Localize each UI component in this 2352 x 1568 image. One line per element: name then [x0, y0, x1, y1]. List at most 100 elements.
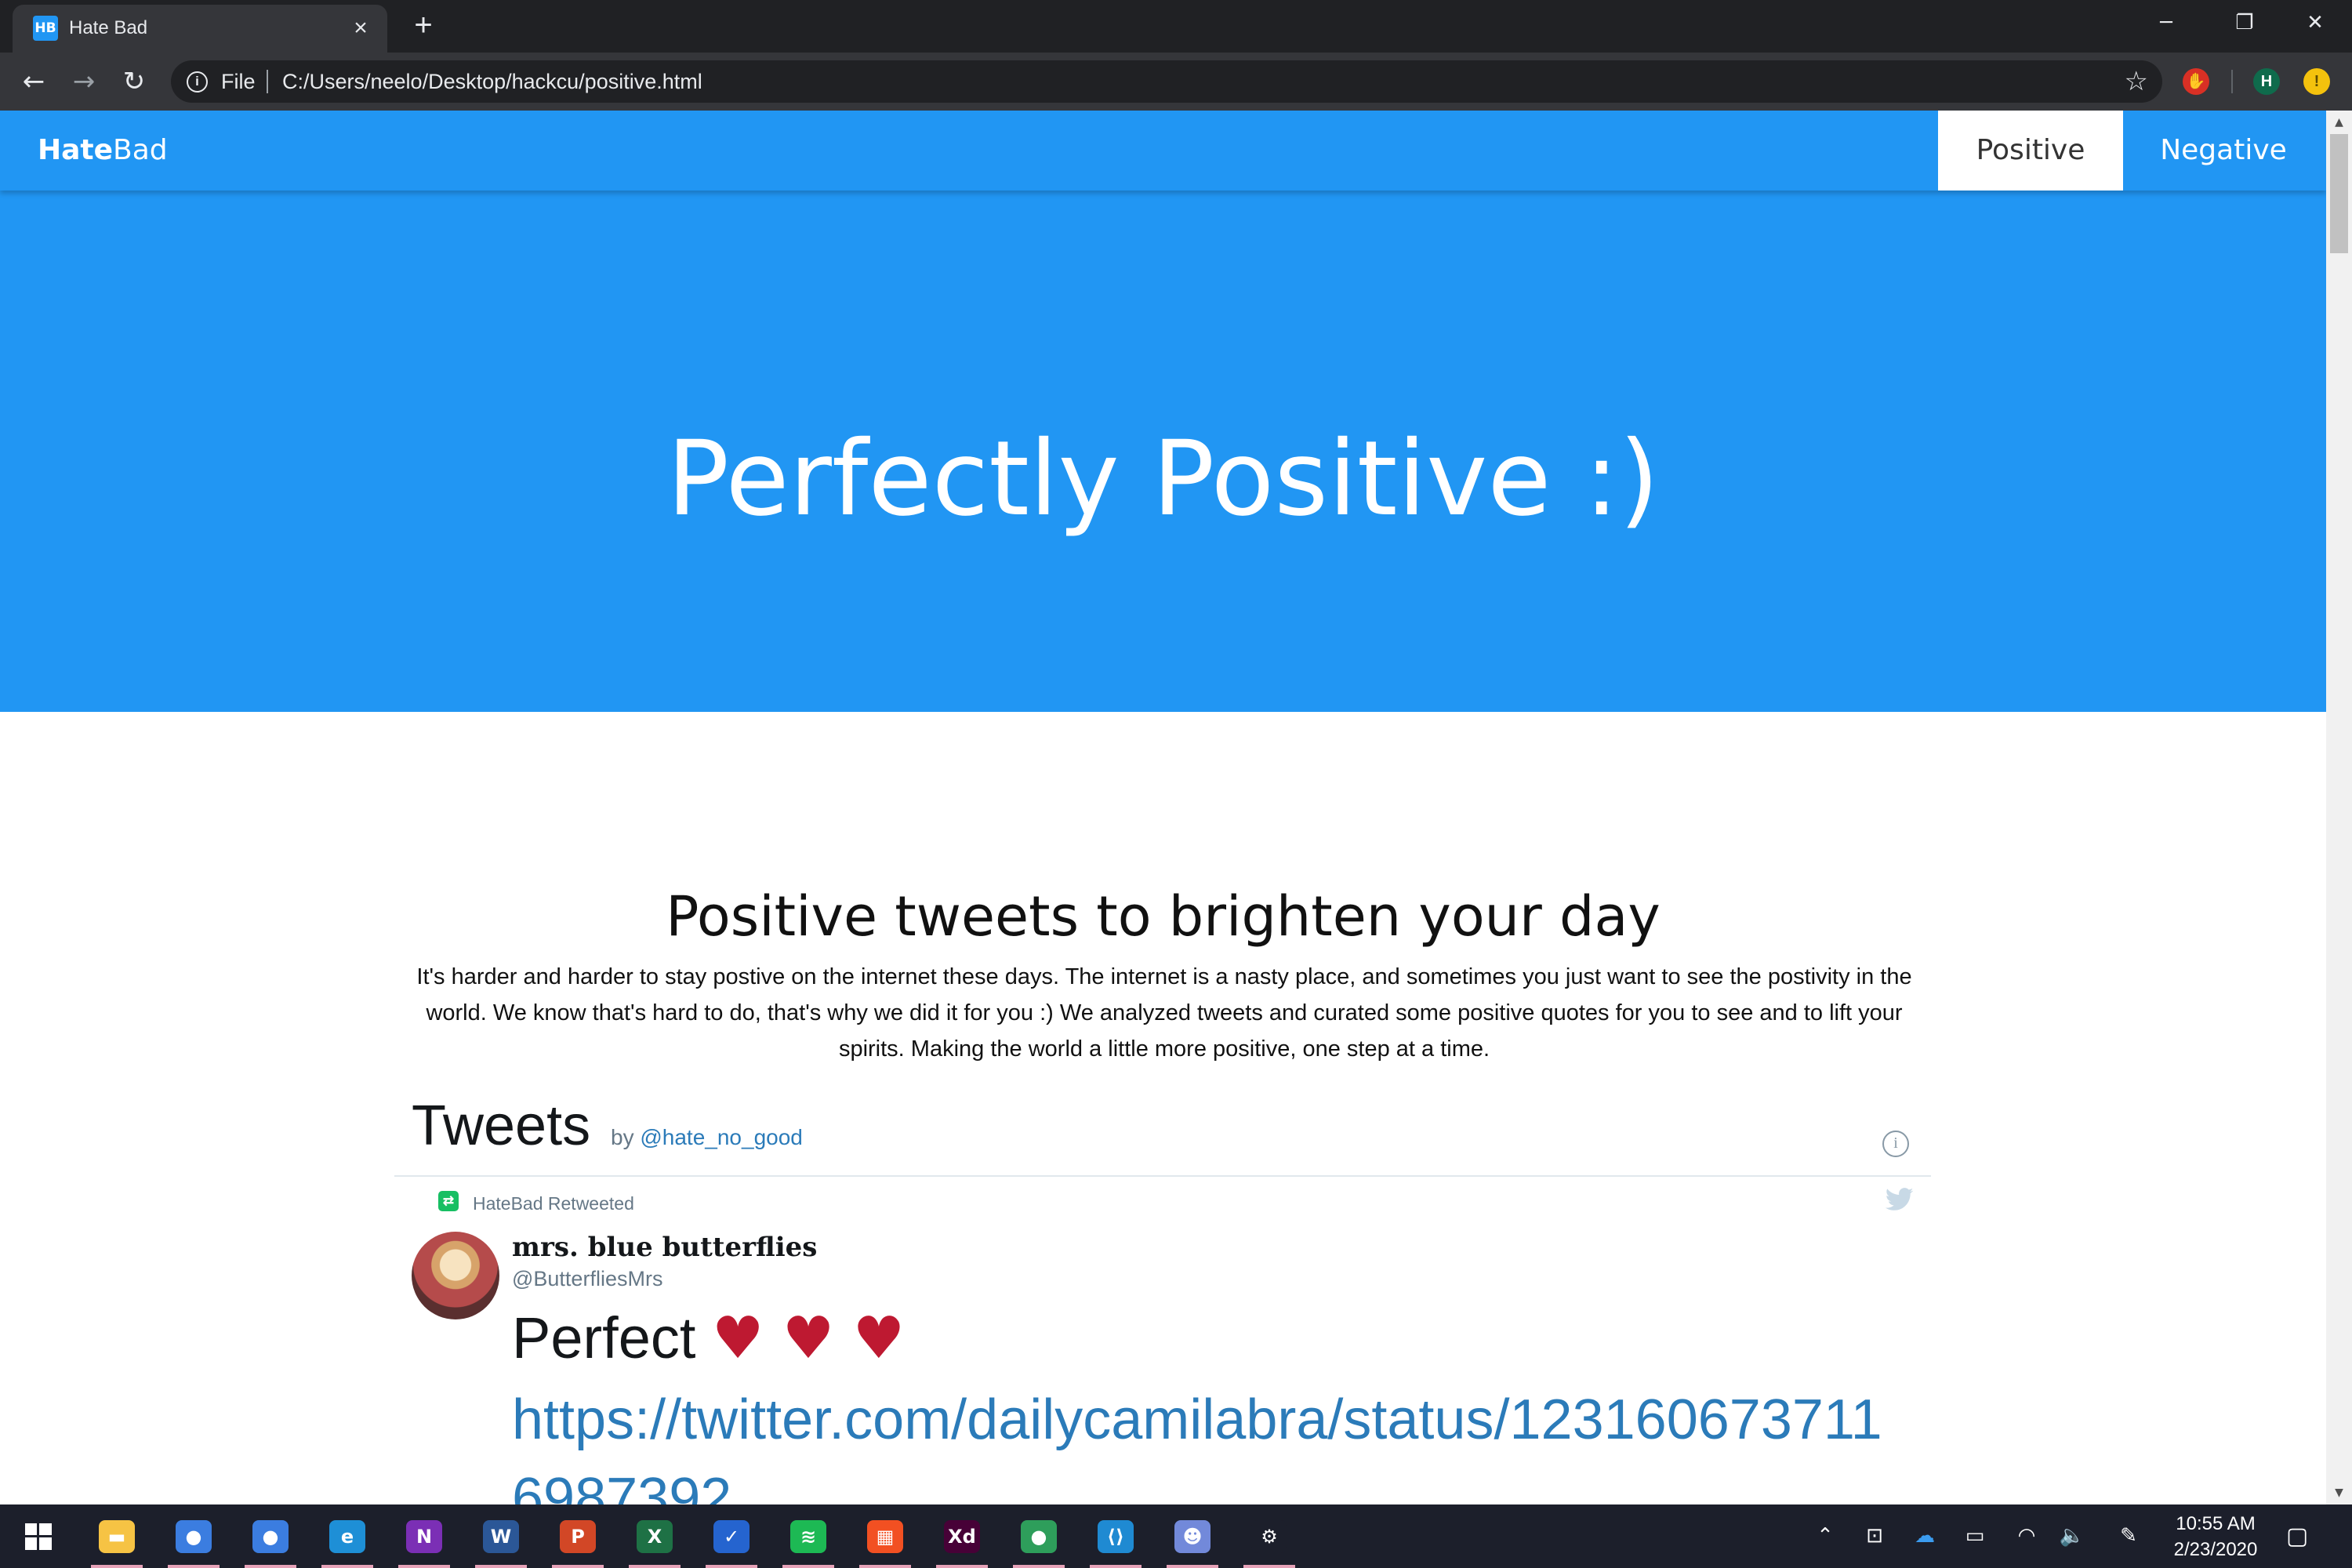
nav-link-positive[interactable]: Positive	[1938, 111, 2123, 191]
nav-link-negative[interactable]: Negative	[2123, 111, 2324, 191]
taskbar-app-file-explorer[interactable]: ▬	[82, 1504, 152, 1568]
minimize-icon[interactable]: ─	[2132, 0, 2200, 47]
taskbar-app-store[interactable]: ▦	[850, 1504, 920, 1568]
section-title: Positive tweets to brighten your day	[666, 884, 1661, 949]
running-indicator	[398, 1565, 450, 1568]
toolbar-divider	[2231, 70, 2233, 93]
running-indicator	[475, 1565, 527, 1568]
url-text[interactable]: C:/Users/neelo/Desktop/hackcu/positive.h…	[282, 70, 702, 93]
browser-tab[interactable]: HB Hate Bad ×	[13, 5, 387, 53]
tweet-author-name[interactable]: mrs. blue butterflies	[512, 1232, 817, 1263]
tray-overflow-chevron-icon[interactable]: ⌃	[1811, 1522, 1839, 1550]
timeline-info-icon[interactable]: i	[1882, 1131, 1909, 1157]
omnibox-divider	[267, 70, 268, 93]
taskbar-app-excel[interactable]: X	[619, 1504, 690, 1568]
browser-toolbar: ← → ↻ i File C:/Users/neelo/Desktop/hack…	[0, 53, 2352, 111]
adblock-extension-icon[interactable]: ✋	[2183, 68, 2209, 95]
clock-time: 10:55 AM	[2176, 1513, 2256, 1534]
tray-display-icon[interactable]: ⊡	[1858, 1522, 1891, 1550]
page-viewport: HateBad Positive Negative Perfectly Posi…	[0, 111, 2326, 1504]
timeline-byline: by @hate_no_good	[611, 1124, 803, 1151]
edge-icon: e	[329, 1520, 365, 1553]
twitter-bird-icon[interactable]	[1886, 1188, 1914, 1211]
address-bar[interactable]: i File C:/Users/neelo/Desktop/hackcu/pos…	[171, 60, 2162, 103]
tab-title: Hate Bad	[69, 17, 148, 38]
taskbar-app-settings[interactable]: ⚙	[1234, 1504, 1305, 1568]
update-alert-icon[interactable]: !	[2303, 68, 2330, 95]
browser-tabstrip: HB Hate Bad × + ─ ❐ ✕	[0, 0, 2352, 53]
profile-avatar[interactable]: H	[2253, 68, 2280, 95]
running-indicator	[859, 1565, 911, 1568]
taskbar-app-edge[interactable]: e	[312, 1504, 383, 1568]
taskbar-app-chrome-profile[interactable]: ●	[235, 1504, 306, 1568]
chrome-icon: ●	[176, 1520, 212, 1553]
tweet-author-avatar[interactable]	[412, 1232, 499, 1319]
site-info-icon[interactable]: i	[187, 71, 208, 93]
taskbar-clock[interactable]: 10:55 AM 2/23/2020	[2153, 1511, 2278, 1563]
new-tab-icon[interactable]: +	[406, 8, 441, 42]
retweet-icon: ⇄	[438, 1191, 459, 1211]
start-button[interactable]	[2, 1504, 72, 1568]
chrome-profile-icon: ●	[252, 1520, 289, 1553]
retweet-label[interactable]: HateBad Retweeted	[473, 1192, 634, 1214]
taskbar-app-adobe-xd[interactable]: Xd	[927, 1504, 997, 1568]
volume-muted-icon[interactable]: 🔈	[2056, 1522, 2089, 1550]
taskbar-app-spotify[interactable]: ≋	[773, 1504, 844, 1568]
windows-logo-icon	[25, 1523, 52, 1550]
running-indicator	[1167, 1565, 1218, 1568]
running-indicator	[245, 1565, 296, 1568]
taskbar-app-powerpoint[interactable]: P	[543, 1504, 613, 1568]
tweet-author-handle[interactable]: @ButterfliesMrs	[512, 1266, 662, 1291]
reload-icon[interactable]: ↻	[116, 64, 152, 100]
file-explorer-icon: ▬	[99, 1520, 135, 1553]
timeline-handle-link[interactable]: @hate_no_good	[640, 1125, 803, 1149]
taskbar-app-todo[interactable]: ✓	[696, 1504, 767, 1568]
section-description: It's harder and harder to stay postive o…	[416, 964, 1912, 1062]
tweet-text-body: Perfect	[512, 1305, 696, 1370]
tab-close-icon[interactable]: ×	[345, 13, 376, 44]
restore-icon[interactable]: ❐	[2211, 0, 2278, 47]
bookmark-star-icon[interactable]: ☆	[2125, 66, 2148, 97]
taskbar-app-chrome[interactable]: ●	[158, 1504, 229, 1568]
taskbar-app-vscode[interactable]: ⟨⟩	[1080, 1504, 1151, 1568]
windows-taskbar: ▬ ● ● e N W P X ✓ ≋ ▦ Xd ● ⟨⟩ ☻ ⚙ ⌃ ⊡ ☁ ▭ ◠ 🔈 ✎ 10:55 A…	[0, 1504, 2352, 1568]
running-indicator	[1013, 1565, 1065, 1568]
running-indicator	[1243, 1565, 1295, 1568]
byline-prefix: by	[611, 1125, 634, 1149]
taskbar-app-chrome-hatebad[interactable]: ●	[1004, 1504, 1074, 1568]
onedrive-cloud-icon[interactable]: ☁	[1908, 1522, 1941, 1550]
taskbar-app-discord[interactable]: ☻	[1157, 1504, 1228, 1568]
tweet-card[interactable]: ⇄ HateBad Retweeted mrs. blue butterflie…	[394, 1178, 1931, 1504]
vscode-icon: ⟨⟩	[1098, 1520, 1134, 1553]
taskbar-app-onenote[interactable]: N	[389, 1504, 459, 1568]
chrome-hatebad-icon: ●	[1021, 1520, 1057, 1553]
word-icon: W	[483, 1520, 519, 1553]
brand-part-bad: Bad	[113, 134, 168, 166]
back-arrow-icon[interactable]: ←	[16, 64, 52, 100]
brand-logo[interactable]: HateBad	[38, 132, 168, 169]
battery-icon[interactable]: ▭	[1958, 1522, 1991, 1550]
powerpoint-icon: P	[560, 1520, 596, 1553]
spotify-icon: ≋	[790, 1520, 826, 1553]
twitter-timeline-header: Tweets by @hate_no_good i	[394, 1071, 1931, 1177]
running-indicator	[936, 1565, 988, 1568]
notifications-icon[interactable]: ▢	[2281, 1522, 2313, 1552]
tweet-text: Perfect ♥ ♥ ♥	[512, 1305, 905, 1371]
wifi-icon[interactable]: ◠	[2010, 1522, 2043, 1550]
store-icon: ▦	[867, 1520, 903, 1553]
discord-icon: ☻	[1174, 1520, 1210, 1553]
tab-favicon-icon: HB	[33, 16, 58, 41]
scroll-up-arrow-icon[interactable]: ▲	[2326, 111, 2352, 134]
tweet-link[interactable]: https://twitter.com/dailycamilabra/statu…	[512, 1381, 1907, 1504]
pen-ink-icon[interactable]: ✎	[2112, 1522, 2145, 1550]
running-indicator	[321, 1565, 373, 1568]
window-close-icon[interactable]: ✕	[2281, 0, 2349, 47]
taskbar-app-word[interactable]: W	[466, 1504, 536, 1568]
forward-arrow-icon[interactable]: →	[66, 64, 102, 100]
running-indicator	[1090, 1565, 1142, 1568]
page-scrollbar[interactable]: ▲ ▼	[2326, 111, 2352, 1504]
running-indicator	[629, 1565, 681, 1568]
scroll-down-arrow-icon[interactable]: ▼	[2326, 1481, 2352, 1504]
scrollbar-thumb[interactable]	[2330, 134, 2348, 253]
heart-emoji-icon: ♥ ♥ ♥	[712, 1305, 906, 1372]
